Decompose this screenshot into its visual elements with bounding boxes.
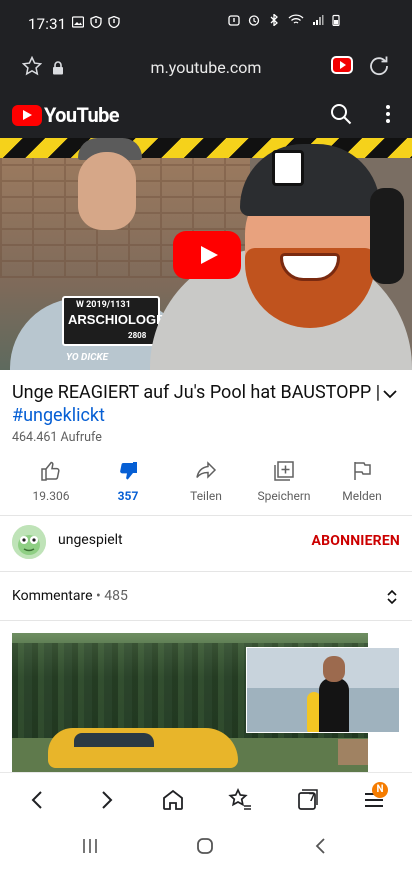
shield-alert-icon — [108, 16, 120, 28]
flag-icon — [354, 462, 371, 480]
youtube-logo[interactable]: YouTube — [12, 103, 120, 127]
sign-line3: 2808 — [128, 331, 147, 340]
chevron-down-icon[interactable] — [382, 386, 398, 402]
comments-title: Kommentare — [12, 588, 93, 604]
view-count: 464.461 Aufrufe — [12, 430, 102, 445]
battery-icon — [332, 14, 340, 26]
avatar-icon — [12, 525, 46, 559]
video-player[interactable]: W 2019/1131 ARSCHIOLOGE 2808 YO DICKE — [0, 138, 412, 370]
thumbs-down-icon — [120, 462, 137, 480]
report-label: Melden — [342, 489, 382, 503]
menu-badge: N — [372, 782, 388, 798]
action-row: 19.306 357 Teilen Speichern Melden — [0, 455, 412, 515]
system-navigation-bar — [0, 824, 412, 869]
channel-avatar[interactable] — [12, 525, 46, 559]
share-label: Teilen — [190, 489, 222, 503]
person-left-head — [78, 152, 136, 230]
channel-row: ungespielt ABONNIEREN — [0, 516, 412, 570]
channel-name[interactable]: ungespielt — [58, 532, 123, 548]
status-bar: 17:31 — [0, 0, 412, 48]
ad-inset-surfer — [319, 678, 349, 732]
dislike-count: 357 — [117, 489, 139, 503]
thumbnail-caption: YO DICKE — [66, 352, 109, 363]
forward-icon[interactable] — [93, 787, 119, 813]
report-button[interactable]: Melden — [322, 455, 402, 503]
expand-collapse-icon[interactable] — [385, 589, 399, 605]
share-button[interactable]: Teilen — [166, 455, 246, 503]
bluetooth-icon — [270, 14, 278, 26]
comments-count: 485 — [104, 588, 128, 604]
status-notification-icons — [72, 16, 120, 28]
browser-toolbar: m.youtube.com — [0, 48, 412, 88]
youtube-header: YouTube — [0, 88, 412, 138]
hashtag-link[interactable]: #ungeklickt — [12, 405, 105, 426]
clock-icon — [248, 15, 260, 26]
headphones — [370, 188, 404, 284]
tabs-count: 7 — [308, 791, 316, 804]
status-system-icons — [228, 14, 340, 26]
play-button-icon[interactable] — [173, 231, 241, 279]
back-icon[interactable] — [25, 787, 51, 813]
gallery-icon — [72, 16, 84, 28]
back-button-icon[interactable] — [311, 836, 331, 856]
signal-icon — [313, 15, 324, 25]
comments-label: Kommentare • 485 — [12, 588, 128, 604]
status-time: 17:31 — [28, 15, 67, 33]
comments-separator: • — [92, 588, 105, 604]
divider — [0, 620, 412, 621]
home-icon[interactable] — [160, 787, 186, 813]
bookmarks-icon[interactable] — [227, 787, 253, 813]
like-button[interactable]: 19.306 — [11, 455, 91, 503]
share-icon — [196, 461, 217, 479]
ad-house — [338, 739, 368, 765]
reload-icon[interactable] — [368, 55, 390, 77]
like-count: 19.306 — [32, 489, 70, 503]
save-button[interactable]: Speichern — [244, 455, 324, 503]
shield-icon — [90, 16, 102, 28]
youtube-logo-text: YouTube — [44, 103, 120, 127]
mugshot-sign: W 2019/1131 ARSCHIOLOGE 2808 — [62, 296, 165, 346]
browser-bottom-toolbar: 7 N — [0, 772, 412, 824]
ad-car-window — [74, 733, 154, 747]
sign-line1: W 2019/1131 — [76, 300, 131, 310]
comments-header[interactable]: Kommentare • 485 — [0, 572, 412, 620]
more-options-icon[interactable] — [380, 103, 396, 125]
beanie-logo — [272, 150, 304, 186]
home-button-icon[interactable] — [195, 836, 215, 856]
subscribe-button[interactable]: ABONNIEREN — [312, 533, 400, 549]
save-to-playlist-icon — [274, 461, 294, 481]
dislike-button[interactable]: 357 — [88, 455, 168, 503]
alarm-icon — [228, 15, 240, 26]
video-title[interactable]: Unge REAGIERT auf Ju's Pool hat BAUSTOPP… — [12, 381, 382, 427]
wifi-icon — [288, 14, 304, 24]
recent-apps-icon[interactable] — [80, 836, 100, 856]
ad-inset-image[interactable] — [246, 647, 400, 733]
youtube-app-icon[interactable] — [331, 56, 353, 74]
video-title-text: Unge REAGIERT auf Ju's Pool hat BAUSTOPP… — [12, 382, 381, 403]
sign-line2: ARSCHIOLOGE — [68, 312, 165, 327]
search-icon[interactable] — [330, 103, 352, 125]
save-label: Speichern — [257, 489, 311, 503]
youtube-play-logo-icon — [12, 104, 42, 126]
thumbs-up-icon — [41, 461, 60, 481]
ad-inset-face — [323, 656, 345, 682]
